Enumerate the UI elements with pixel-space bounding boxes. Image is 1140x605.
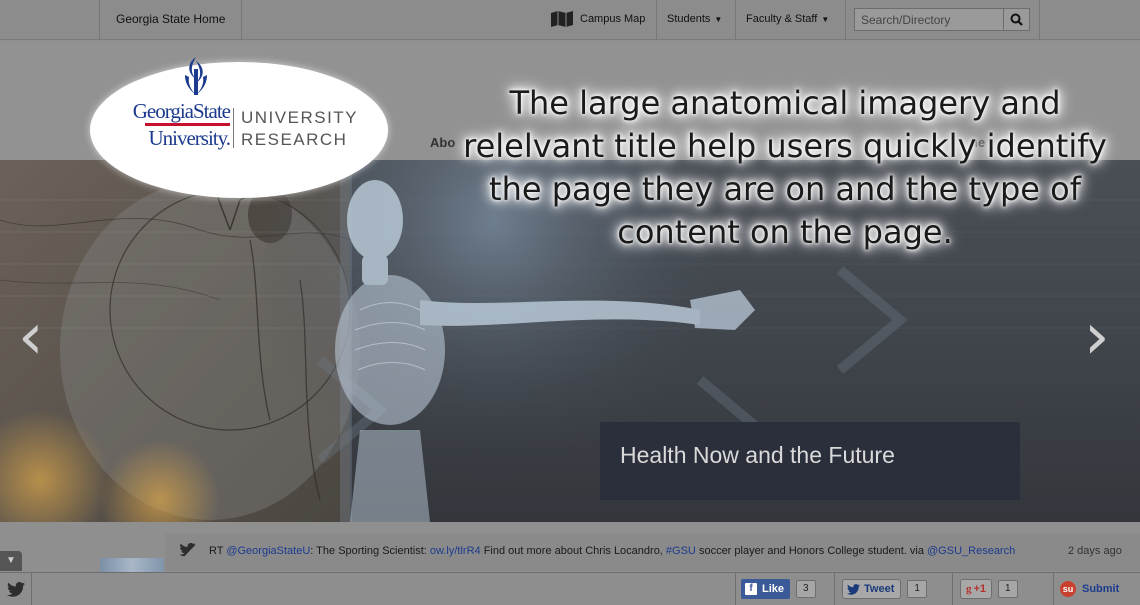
google-plus-icon: g xyxy=(966,583,972,595)
annotation-line4: content on the page. xyxy=(617,213,953,251)
slide-caption[interactable]: Health Now and the Future xyxy=(600,422,1020,500)
google-plus-widget: g +1 1 xyxy=(960,579,1018,599)
tweet-timestamp: 2 days ago xyxy=(1068,545,1122,557)
department-name: UNIVERSITY RESEARCH xyxy=(241,107,358,151)
tweet-text-part1: : The Sporting Scientist: xyxy=(310,545,430,557)
tweet-link[interactable]: ow.ly/tlrR4 xyxy=(430,545,481,557)
tweet-text-part3: soccer player and Honors College student… xyxy=(695,545,928,557)
search-input[interactable] xyxy=(854,8,1004,31)
tweet-count: 1 xyxy=(907,580,927,598)
tweet-text: RT @GeorgiaStateU: The Sporting Scientis… xyxy=(209,545,1015,557)
search-button[interactable] xyxy=(1003,8,1030,31)
share-bar: f Like 3 Tweet 1 g +1 1 su Submit xyxy=(0,572,1140,605)
stumbleupon-icon: su xyxy=(1060,581,1076,597)
annotation-line2: relelvant title help users quickly ident… xyxy=(463,127,1107,165)
thumbnail-strip xyxy=(100,558,164,572)
chevron-down-icon: ▼ xyxy=(821,15,830,24)
facebook-like-label: Like xyxy=(762,583,785,595)
twitter-feed-bar: RT @GeorgiaStateU: The Sporting Scientis… xyxy=(165,533,1140,571)
facebook-like-button[interactable]: f Like xyxy=(741,579,791,599)
tweet-prefix: RT xyxy=(209,545,227,557)
collapse-toggle[interactable]: ▼ xyxy=(0,551,22,571)
campus-map-link[interactable]: Campus Map xyxy=(540,0,655,40)
wordmark-line2: University. xyxy=(148,126,231,150)
share-divider xyxy=(1053,573,1054,605)
google-plus-label: +1 xyxy=(973,583,987,595)
students-label: Students xyxy=(667,13,711,25)
google-plus-button[interactable]: g +1 xyxy=(960,579,993,599)
faculty-staff-menu[interactable]: Faculty & Staff ▼ xyxy=(735,0,839,40)
search-icon xyxy=(1010,13,1023,26)
annotation-callout: The large anatomical imagery and relelva… xyxy=(445,82,1125,254)
twitter-bird-icon xyxy=(179,543,196,557)
facebook-like-widget: f Like 3 xyxy=(741,579,816,599)
tweet-button[interactable]: Tweet xyxy=(842,579,902,599)
campus-map-label: Campus Map xyxy=(580,13,646,25)
tweet-handle-gsu-research[interactable]: @GSU_Research xyxy=(927,545,1015,557)
chevron-down-icon: ▼ xyxy=(6,555,16,566)
google-plus-count: 1 xyxy=(998,580,1018,598)
search-form xyxy=(845,0,1040,40)
university-wordmark[interactable]: GeorgiaState University. xyxy=(100,99,231,150)
share-divider xyxy=(834,573,835,605)
wordmark-line1: GeorgiaState xyxy=(132,99,231,123)
share-divider xyxy=(735,573,736,605)
facebook-like-count: 3 xyxy=(796,580,816,598)
tweet-text-part2: Find out more about Chris Locandro, xyxy=(480,545,666,557)
flame-logo-icon xyxy=(185,57,207,95)
annotation-line3: the page they are on and the type of xyxy=(489,170,1081,208)
stumbleupon-widget: su Submit xyxy=(1060,579,1119,599)
department-line2: RESEARCH xyxy=(241,130,348,149)
slider-next-arrow[interactable]: › xyxy=(1084,305,1110,369)
students-menu[interactable]: Students ▼ xyxy=(656,0,732,40)
tweet-widget: Tweet 1 xyxy=(842,579,927,599)
twitter-bird-icon xyxy=(847,583,860,595)
tweet-button-label: Tweet xyxy=(864,583,895,595)
share-divider xyxy=(952,573,953,605)
tweet-hashtag[interactable]: #GSU xyxy=(666,545,696,557)
twitter-bird-icon xyxy=(6,582,25,597)
map-icon xyxy=(551,11,573,28)
stumbleupon-submit-button[interactable]: su Submit xyxy=(1060,579,1119,599)
slide-caption-title: Health Now and the Future xyxy=(620,442,895,468)
georgia-state-home-link[interactable]: Georgia State Home xyxy=(99,0,243,40)
tweet-handle-georgiastateu[interactable]: @GeorgiaStateU xyxy=(226,545,310,557)
annotation-line1: The large anatomical imagery and xyxy=(509,84,1061,122)
department-line1: UNIVERSITY xyxy=(241,108,359,127)
slider-prev-arrow[interactable]: ‹ xyxy=(18,305,44,369)
logo-divider xyxy=(233,108,234,148)
utility-bar: Georgia State Home Campus Map Students ▼ … xyxy=(0,0,1140,40)
chevron-down-icon: ▼ xyxy=(714,15,723,24)
faculty-staff-label: Faculty & Staff xyxy=(746,13,818,25)
twitter-toggle[interactable] xyxy=(0,573,32,605)
stumbleupon-label: Submit xyxy=(1082,583,1120,595)
facebook-icon: f xyxy=(745,583,757,595)
